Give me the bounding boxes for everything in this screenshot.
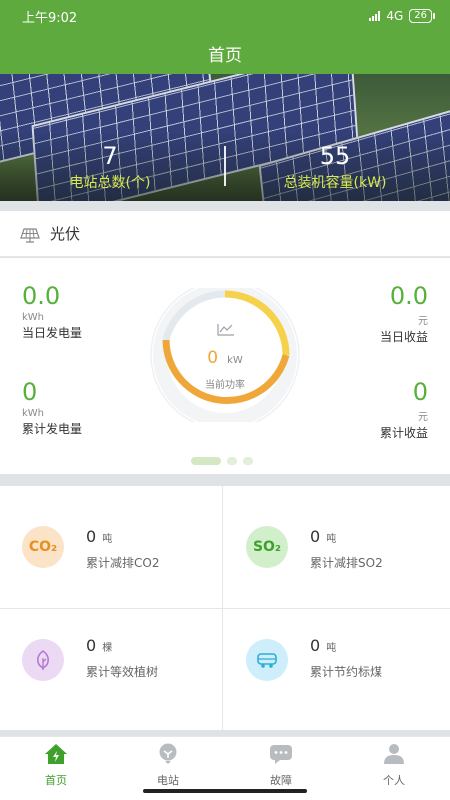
- today-income-label: 当日收益: [379, 330, 428, 344]
- co2-value: 0: [86, 527, 97, 546]
- page-dot-active: [191, 457, 221, 465]
- page-dot: [243, 457, 253, 465]
- pv-section-header: 光伏: [0, 211, 450, 257]
- station-count-label: 电站总数(个): [69, 175, 151, 191]
- tab-profile[interactable]: 个人: [338, 743, 450, 788]
- station-count-stat: 7 电站总数(个): [10, 142, 210, 192]
- tab-fault[interactable]: 故障: [225, 743, 337, 788]
- so2-unit: 吨: [326, 534, 337, 545]
- coal-label: 累计节约标煤: [310, 665, 383, 679]
- home-bolt-icon: [45, 744, 67, 764]
- person-icon: [384, 744, 404, 764]
- station-icon: [159, 743, 177, 764]
- today-energy-value: 0.0: [22, 282, 61, 310]
- coal-cart-icon: [246, 639, 288, 681]
- co2-reduction-cell[interactable]: CO₂ 0吨 累计减排CO2: [0, 486, 222, 607]
- so2-icon: SO₂: [246, 526, 288, 568]
- page-indicator: [191, 457, 253, 465]
- tree-value: 0: [86, 636, 97, 655]
- so2-label: 累计减排SO2: [310, 556, 383, 570]
- capacity-label: 总装机容量(kW): [283, 175, 387, 191]
- today-income-value: 0.0: [389, 282, 428, 310]
- today-energy-unit: kWh: [22, 312, 45, 323]
- leaf-icon: [22, 639, 64, 681]
- battery-icon: 26: [409, 9, 435, 23]
- so2-value: 0: [310, 527, 321, 546]
- power-readout: 0 kW 当前功率: [148, 348, 302, 391]
- capacity-stat: 55 总装机容量(kW): [235, 142, 435, 192]
- environment-savings-grid: CO₂ 0吨 累计减排CO2 SO₂ 0吨 累计减排SO2 0棵 累计等效植树 …: [0, 486, 450, 730]
- total-income-value: 0: [412, 378, 428, 406]
- status-bar: 上午9:02 4G 26: [0, 0, 450, 32]
- total-energy: 0 kWh 累计发电量: [22, 378, 82, 437]
- tree-equivalent-cell[interactable]: 0棵 累计等效植树: [0, 609, 222, 730]
- today-income-unit: 元: [418, 316, 428, 327]
- total-income-unit: 元: [418, 412, 428, 423]
- coal-saving-cell[interactable]: 0吨 累计节约标煤: [224, 609, 446, 730]
- page-title: 首页: [208, 45, 242, 66]
- total-income: 0 元 累计收益: [380, 378, 428, 441]
- network-type: 4G: [386, 9, 404, 23]
- signal-icon: [369, 11, 381, 21]
- power-value: 0: [207, 348, 219, 368]
- home-indicator: [143, 789, 307, 793]
- total-energy-value: 0: [22, 378, 38, 406]
- tab-fault-label: 故障: [270, 774, 292, 787]
- power-label: 当前功率: [205, 380, 245, 391]
- fault-chat-icon: [270, 745, 292, 764]
- tab-station[interactable]: 电站: [112, 743, 224, 788]
- banner-divider: [224, 146, 226, 186]
- co2-icon: CO₂: [22, 526, 64, 568]
- tab-profile-label: 个人: [383, 774, 405, 787]
- co2-unit: 吨: [102, 534, 113, 545]
- page-dot: [227, 457, 237, 465]
- so2-reduction-cell[interactable]: SO₂ 0吨 累计减排SO2: [224, 486, 446, 607]
- pv-summary-card[interactable]: 0.0 kWh 当日发电量 0 kWh 累计发电量 0.0 元 当日收益 0 元…: [0, 258, 450, 474]
- solar-panel-icon: [20, 227, 40, 243]
- tab-home[interactable]: 首页: [0, 743, 112, 788]
- tree-unit: 棵: [102, 643, 113, 654]
- coal-value: 0: [310, 636, 321, 655]
- total-income-label: 累计收益: [379, 426, 428, 440]
- battery-level: 26: [414, 10, 427, 21]
- nav-bar: 首页: [0, 32, 450, 74]
- pv-section-title: 光伏: [50, 225, 81, 243]
- power-unit: kW: [227, 355, 243, 366]
- status-time: 上午9:02: [22, 10, 78, 26]
- co2-label: 累计减排CO2: [86, 556, 160, 570]
- trend-chart-icon: [217, 324, 234, 336]
- tab-station-label: 电站: [157, 774, 179, 787]
- today-energy-label: 当日发电量: [22, 326, 83, 340]
- tab-home-label: 首页: [45, 774, 67, 787]
- today-energy: 0.0 kWh 当日发电量: [22, 282, 82, 341]
- total-energy-unit: kWh: [22, 408, 45, 419]
- capacity-value: 55: [319, 142, 351, 170]
- solar-banner: 7 电站总数(个) 55 总装机容量(kW): [0, 74, 450, 201]
- coal-unit: 吨: [326, 643, 337, 654]
- today-income: 0.0 元 当日收益: [380, 282, 428, 345]
- total-energy-label: 累计发电量: [22, 422, 83, 436]
- station-count-value: 7: [102, 142, 118, 170]
- tree-label: 累计等效植树: [86, 665, 159, 679]
